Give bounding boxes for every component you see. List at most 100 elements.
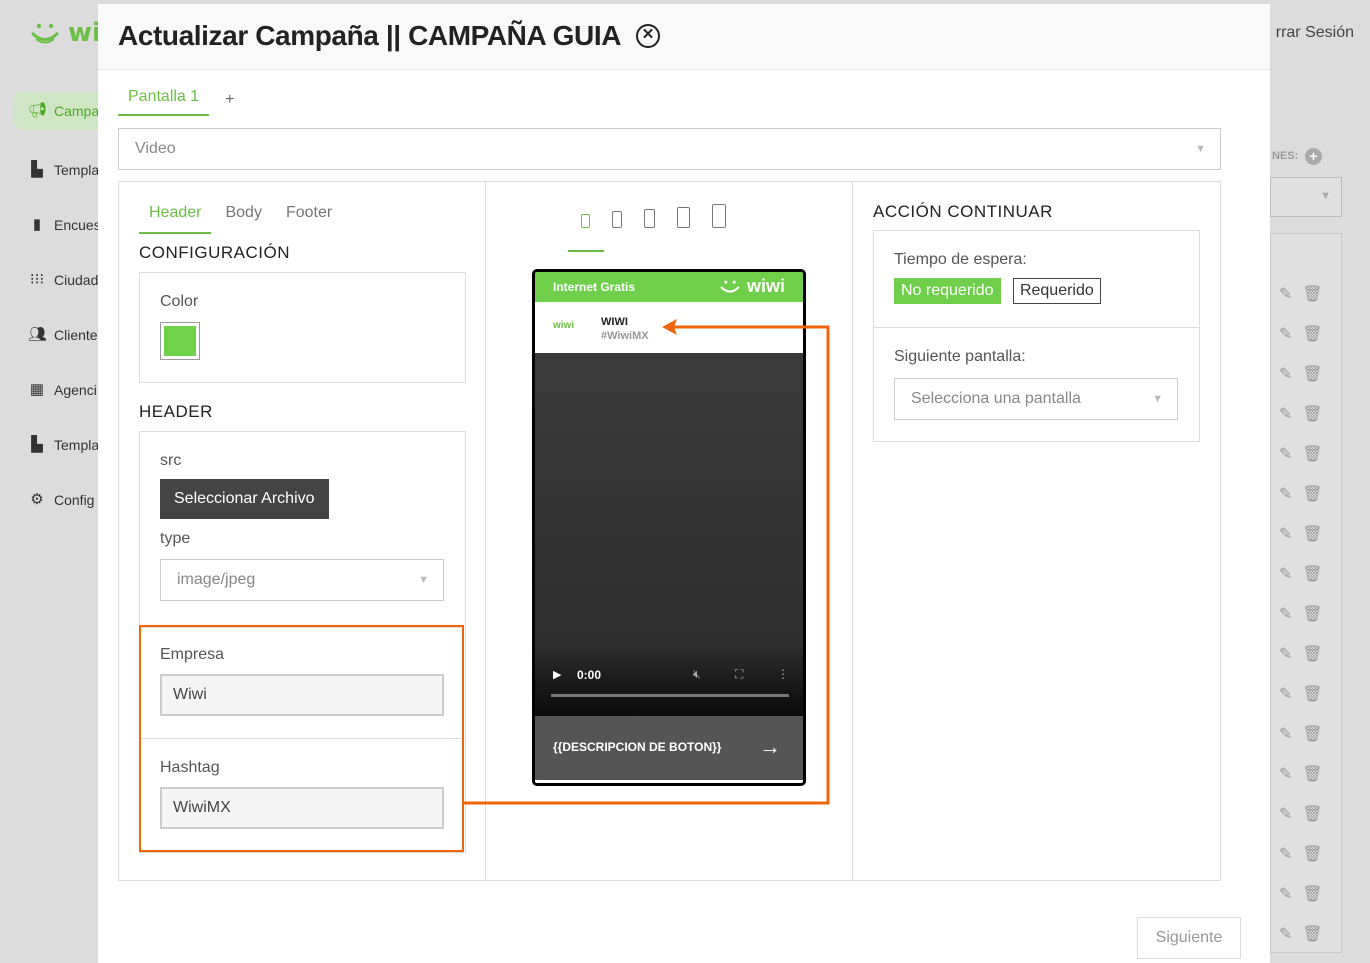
trash-icon[interactable]: 🗑︎: [1302, 404, 1322, 424]
pencil-icon[interactable]: ✎: [1279, 724, 1292, 744]
pencil-icon[interactable]: ✎: [1279, 644, 1292, 664]
trash-icon[interactable]: 🗑︎: [1302, 484, 1322, 504]
row-actions: ✎ 🗑︎: [1279, 484, 1323, 504]
tab-screen-1[interactable]: Pantalla 1: [118, 84, 210, 116]
screen-type-value: Video: [135, 140, 176, 157]
device-phone-small-icon[interactable]: [581, 214, 590, 228]
color-label: Color: [160, 293, 199, 310]
trash-icon[interactable]: 🗑︎: [1302, 364, 1322, 384]
trash-icon[interactable]: 🗑︎: [1302, 324, 1322, 344]
next-button[interactable]: Siguiente: [1137, 917, 1241, 959]
trash-icon[interactable]: 🗑︎: [1302, 684, 1322, 704]
update-campaign-modal: Actualizar Campaña || CAMPAÑA GUIA ✕ Pan…: [98, 4, 1270, 963]
row-actions: ✎ 🗑︎: [1279, 564, 1323, 584]
pencil-icon[interactable]: ✎: [1279, 364, 1292, 384]
trash-icon[interactable]: 🗑︎: [1302, 764, 1322, 784]
fullscreen-icon[interactable]: ⛶: [735, 667, 743, 682]
pencil-icon[interactable]: ✎: [1279, 764, 1292, 784]
trash-icon[interactable]: 🗑︎: [1302, 644, 1322, 664]
video-progress-bar[interactable]: [551, 694, 789, 697]
trash-icon[interactable]: 🗑︎: [1302, 924, 1322, 944]
preview-hashtag: #WiwiMX: [601, 330, 649, 342]
sidebar-item-templates[interactable]: ▙ Templa: [28, 161, 99, 179]
next-screen-label: Siguiente pantalla:: [894, 348, 1026, 365]
preview-button[interactable]: {{DESCRIPCION DE BOTON}} →: [535, 716, 803, 780]
caret-down-icon: ▼: [418, 574, 429, 586]
mute-icon[interactable]: 🔇︎: [693, 667, 701, 682]
layout-icon: ▙: [31, 436, 43, 453]
not-required-button[interactable]: No requerido: [894, 278, 1001, 304]
pencil-icon[interactable]: ✎: [1279, 604, 1292, 624]
pencil-icon[interactable]: ✎: [1279, 844, 1292, 864]
screen-type-select[interactable]: Video ▼: [118, 128, 1221, 170]
sidebar-item-clients[interactable]: 👥︎ Cliente: [28, 326, 98, 344]
device-phone-large-icon[interactable]: [644, 209, 655, 228]
device-tablet-icon[interactable]: [677, 207, 690, 228]
tab-footer[interactable]: Footer: [276, 202, 342, 234]
logout-link[interactable]: rrar Sesión: [1276, 24, 1354, 42]
add-screen-button[interactable]: +: [225, 91, 234, 109]
pencil-icon[interactable]: ✎: [1279, 684, 1292, 704]
row-actions: ✎ 🗑︎: [1279, 924, 1323, 944]
color-fill: [164, 326, 196, 356]
caret-down-icon: ▼: [1152, 393, 1163, 405]
wait-options: No requerido Requerido: [894, 278, 1109, 304]
color-picker[interactable]: [160, 322, 200, 360]
trash-icon[interactable]: 🗑︎: [1302, 524, 1322, 544]
config-title: CONFIGURACIÓN: [139, 243, 290, 262]
required-button[interactable]: Requerido: [1012, 278, 1101, 304]
more-options-icon[interactable]: ⋮: [777, 667, 789, 681]
select-file-button[interactable]: Seleccionar Archivo: [160, 479, 329, 519]
preview-header: wiwi WIWI #WiwiMX: [535, 302, 803, 353]
action-column: ACCIÓN CONTINUAR Tiempo de espera: No re…: [853, 182, 1220, 880]
sidebar-item-surveys[interactable]: ▮ Encues: [28, 216, 101, 234]
mime-type-select[interactable]: image/jpeg ▼: [160, 559, 444, 601]
sidebar-item-agencies[interactable]: ▦ Agenci: [28, 381, 97, 399]
trash-icon[interactable]: 🗑︎: [1302, 284, 1322, 304]
device-tablet-large-icon[interactable]: [712, 204, 726, 228]
building-icon: ▦: [29, 381, 45, 398]
layout-icon: ▙: [31, 161, 43, 178]
trash-icon[interactable]: 🗑︎: [1302, 564, 1322, 584]
pencil-icon[interactable]: ✎: [1279, 324, 1292, 344]
sidebar-item-config[interactable]: ⚙︎ Config: [28, 491, 94, 509]
pencil-icon[interactable]: ✎: [1279, 884, 1292, 904]
sidebar-item-templates-2[interactable]: ▙ Templa: [28, 436, 99, 454]
sidebar-item-cities[interactable]: ⁝⁝⁝ Ciudad: [28, 271, 99, 289]
tab-header[interactable]: Header: [139, 202, 212, 234]
pencil-icon[interactable]: ✎: [1279, 924, 1292, 944]
trash-icon[interactable]: 🗑︎: [1302, 804, 1322, 824]
trash-icon[interactable]: 🗑︎: [1302, 884, 1322, 904]
add-circle-icon[interactable]: +: [1305, 148, 1322, 165]
caret-down-icon: ▼: [1195, 143, 1206, 155]
next-screen-select[interactable]: Selecciona una pantalla ▼: [894, 378, 1178, 420]
tab-body[interactable]: Body: [215, 202, 271, 234]
device-phone-icon[interactable]: [612, 211, 622, 228]
sidebar-item-label: Agenci: [54, 382, 97, 398]
pencil-icon[interactable]: ✎: [1279, 524, 1292, 544]
preview-video[interactable]: ▶ 0:00 🔇︎ ⛶ ⋮: [535, 353, 803, 716]
pencil-icon[interactable]: ✎: [1279, 404, 1292, 424]
preview-button-text: {{DESCRIPCION DE BOTON}}: [553, 740, 722, 754]
pencil-icon[interactable]: ✎: [1279, 564, 1292, 584]
row-actions: ✎ 🗑︎: [1279, 364, 1323, 384]
trash-icon[interactable]: 🗑︎: [1302, 444, 1322, 464]
close-icon[interactable]: ✕: [636, 24, 660, 48]
pencil-icon[interactable]: ✎: [1279, 484, 1292, 504]
trash-icon[interactable]: 🗑︎: [1302, 844, 1322, 864]
row-actions: ✎ 🗑︎: [1279, 324, 1323, 344]
pencil-icon[interactable]: ✎: [1279, 804, 1292, 824]
background-select[interactable]: [1270, 177, 1342, 217]
play-icon[interactable]: ▶: [553, 668, 561, 681]
list-label: NES:: [1272, 150, 1299, 162]
trash-icon[interactable]: 🗑︎: [1302, 724, 1322, 744]
sidebar-item-label: Config: [54, 492, 95, 508]
trash-icon[interactable]: 🗑︎: [1302, 604, 1322, 624]
preview-brand-text: wiwi: [746, 276, 785, 296]
pencil-icon[interactable]: ✎: [1279, 284, 1292, 304]
header-title: HEADER: [139, 402, 213, 421]
pencil-icon[interactable]: ✎: [1279, 444, 1292, 464]
app-logo[interactable]: wi: [28, 18, 101, 48]
modal-header: Actualizar Campaña || CAMPAÑA GUIA ✕: [98, 4, 1270, 70]
background-list-panel: NES: + ✎ 🗑︎ ✎ 🗑︎ ✎ 🗑︎ ✎ 🗑︎ ✎ 🗑︎ ✎ 🗑︎ ✎ 🗑︎ ✎ 🗑︎ ✎…: [1270, 70, 1370, 963]
